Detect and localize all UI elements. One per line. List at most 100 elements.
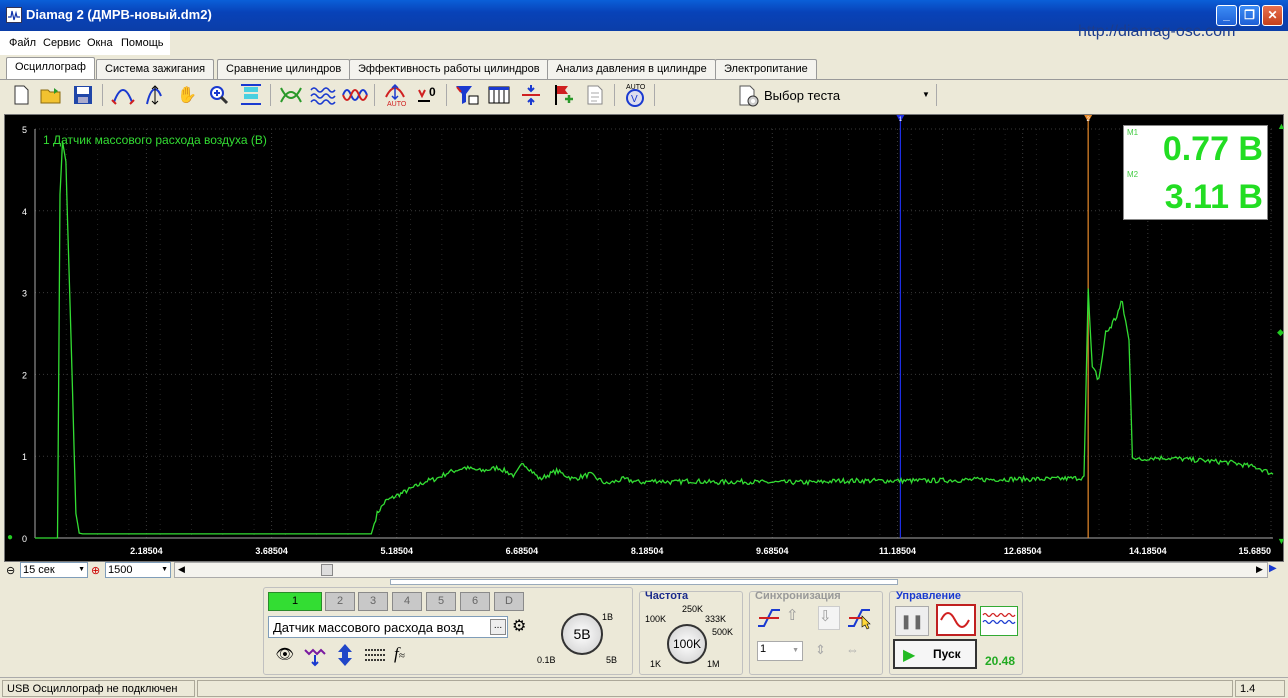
pause-button[interactable]: ❚❚: [895, 606, 929, 636]
zoom-in-icon[interactable]: ⊕: [91, 564, 100, 577]
svg-text:0: 0: [429, 85, 436, 99]
wave-invert-icon[interactable]: [302, 642, 328, 668]
points-value: 1500: [108, 564, 133, 576]
channel-6-button[interactable]: 6: [460, 592, 490, 611]
series-line: [35, 141, 1274, 539]
menu-file[interactable]: Файл: [9, 37, 36, 49]
columns-icon[interactable]: [486, 82, 512, 108]
lines-icon[interactable]: [362, 642, 388, 668]
m2-label: M2: [1127, 170, 1139, 179]
auto-meter-icon[interactable]: AUTO V: [622, 82, 648, 108]
scroll-left-icon[interactable]: ◀: [178, 564, 185, 575]
sync-edge-down-icon[interactable]: ⇩: [818, 606, 840, 630]
channel-2-button[interactable]: 2: [325, 592, 355, 611]
tab-ignition[interactable]: Система зажигания: [96, 59, 215, 79]
menu-service[interactable]: Сервис: [43, 37, 81, 49]
sync-auto-icon[interactable]: [846, 606, 874, 630]
stack-icon[interactable]: [238, 82, 264, 108]
toolbar-separator: [270, 84, 271, 106]
tab-power[interactable]: Электропитание: [715, 59, 817, 79]
start-label: Пуск: [933, 647, 961, 661]
filter-icon[interactable]: [454, 82, 480, 108]
svg-text:AUTO: AUTO: [387, 101, 407, 107]
zoom-icon[interactable]: [206, 82, 232, 108]
close-button[interactable]: ✕: [1262, 5, 1283, 26]
open-folder-icon[interactable]: [38, 82, 64, 108]
lower-arrow-icon[interactable]: ▼: [1277, 536, 1286, 546]
zero-icon[interactable]: 0: [414, 82, 440, 108]
horizontal-scrollbar[interactable]: ◀ ▶: [174, 562, 1268, 578]
channel-d-button[interactable]: D: [494, 592, 524, 611]
maximize-button[interactable]: ❐: [1239, 5, 1260, 26]
sensor-name-field[interactable]: Датчик массового расхода возд: [268, 616, 508, 638]
function-icon[interactable]: f≈: [394, 644, 405, 664]
scroll-right-icon[interactable]: ▶: [1256, 564, 1263, 575]
overlap-wave-icon[interactable]: [342, 82, 368, 108]
x-tick-label: 15.6850: [1238, 546, 1271, 556]
timebase-select[interactable]: 15 сек ▼: [20, 562, 88, 578]
channel-3-button[interactable]: 3: [358, 592, 388, 611]
x-tick-label: 8.18504: [631, 546, 664, 556]
chevron-down-icon: ▼: [922, 90, 930, 99]
app-icon: [6, 7, 22, 23]
sync-channel-select[interactable]: 1 ▼: [757, 641, 803, 661]
x-tick-label: 3.68504: [255, 546, 288, 556]
eye-icon[interactable]: 👁: [272, 642, 298, 668]
continuous-mode-button[interactable]: [980, 606, 1018, 636]
sync-channel-value: 1: [760, 643, 767, 655]
single-mode-button[interactable]: [936, 604, 976, 636]
level-marker-icon[interactable]: ◆: [1277, 327, 1284, 338]
flag-add-icon[interactable]: [550, 82, 576, 108]
vertical-offset-icon[interactable]: [332, 642, 358, 668]
split-icon[interactable]: [518, 82, 544, 108]
curve-icon[interactable]: [110, 82, 136, 108]
vertical-scale-icon[interactable]: [142, 82, 168, 108]
cross-wave-icon[interactable]: [278, 82, 304, 108]
sync-rising-icon[interactable]: [756, 606, 782, 630]
channel-5-button[interactable]: 5: [426, 592, 456, 611]
points-select[interactable]: 1500 ▼: [105, 562, 171, 578]
zoom-out-icon[interactable]: ⊖: [6, 564, 15, 577]
tab-cylinder-compare[interactable]: Сравнение цилиндров: [217, 59, 351, 79]
sync-position-icon[interactable]: ⇔: [846, 642, 872, 662]
play-forward-icon[interactable]: ▶: [1269, 563, 1277, 574]
channel-4-button[interactable]: 4: [392, 592, 422, 611]
freq-label-500k: 500K: [712, 627, 734, 637]
oscilloscope-plot[interactable]: 5 4 3 2 1 0 2.18504 3.68504 5.18504 6.68504 8.185…: [4, 114, 1286, 562]
freq-label-1k: 1K: [650, 659, 662, 669]
scroll-thumb[interactable]: [321, 564, 333, 576]
page-icon[interactable]: [582, 82, 608, 108]
auto-scale-icon[interactable]: AUTO: [382, 82, 408, 108]
splitter-bar[interactable]: [390, 579, 898, 585]
start-button[interactable]: ▶ Пуск: [893, 639, 977, 669]
tab-cylinder-efficiency[interactable]: Эффективность работы цилиндров: [349, 59, 549, 79]
save-icon[interactable]: [70, 82, 96, 108]
test-select-icon: [738, 85, 760, 110]
hand-icon[interactable]: ✋: [174, 82, 200, 108]
channel-label: 1 Датчик массового расхода воздуха (В): [43, 133, 267, 147]
sync-edge-up-icon[interactable]: ⇧: [786, 606, 808, 630]
window-title: Diamag 2 (ДМРВ-новый.dm2): [26, 7, 212, 22]
sync-title: Синхронизация: [755, 590, 841, 602]
new-file-icon[interactable]: [8, 82, 34, 108]
probe-settings-icon[interactable]: ⚙: [512, 616, 526, 636]
menu-help[interactable]: Помощь: [121, 37, 164, 49]
zero-level-icon[interactable]: ●: [7, 532, 13, 543]
website-url[interactable]: http://diamag-osc.com: [1078, 23, 1235, 41]
test-select-dropdown[interactable]: Выбор теста ▼: [736, 84, 936, 108]
sync-level-icon[interactable]: ⇕: [815, 642, 841, 662]
frequency-knob[interactable]: 100K: [667, 624, 707, 664]
y-tick-label: 3: [22, 289, 27, 299]
upper-arrow-icon[interactable]: ▲: [1277, 121, 1286, 131]
voltage-knob[interactable]: 5В: [561, 613, 603, 655]
multi-wave-icon[interactable]: [310, 82, 336, 108]
voltage-max-label: 5В: [606, 655, 618, 665]
tab-pressure-analysis[interactable]: Анализ давления в цилиндре: [547, 59, 716, 79]
status-message: USB Осциллограф не подключен: [2, 680, 195, 697]
x-tick-label: 12.68504: [1004, 546, 1042, 556]
channel-1-button[interactable]: 1: [268, 592, 322, 611]
y-tick-label: 2: [22, 370, 27, 380]
tab-oscilloscope[interactable]: Осциллограф: [6, 57, 95, 80]
browse-button[interactable]: ...: [490, 619, 506, 635]
menu-windows[interactable]: Окна: [87, 37, 113, 49]
